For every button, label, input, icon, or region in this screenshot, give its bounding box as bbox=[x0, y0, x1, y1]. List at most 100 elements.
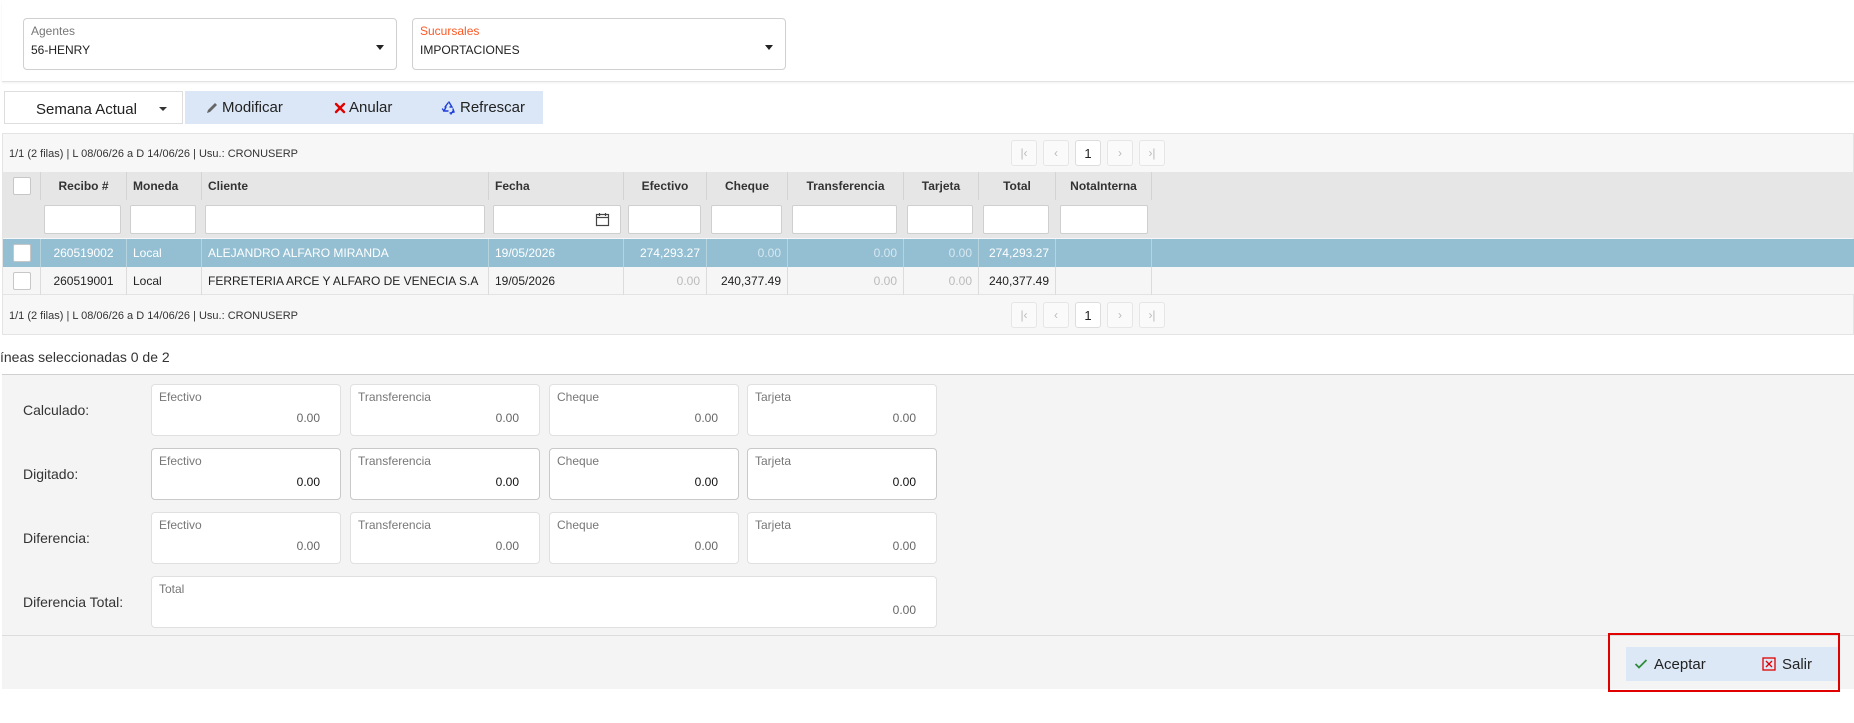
prev-page-icon[interactable]: ‹ bbox=[1043, 140, 1069, 166]
diferencia-total-field: Total 0.00 bbox=[151, 576, 937, 628]
col-moneda[interactable]: Moneda bbox=[127, 172, 202, 200]
x-icon bbox=[334, 102, 346, 113]
cell-recibo: 260519001 bbox=[41, 267, 127, 295]
cell-transferencia: 0.00 bbox=[788, 239, 904, 267]
divider bbox=[2, 635, 1854, 636]
diferencia-total-label: Diferencia Total: bbox=[23, 594, 124, 610]
col-fecha[interactable]: Fecha bbox=[489, 172, 624, 200]
calendar-icon[interactable] bbox=[595, 212, 610, 227]
calculado-transferencia-field: Transferencia 0.00 bbox=[350, 384, 540, 436]
week-select[interactable]: Semana Actual bbox=[4, 91, 183, 124]
field-label: Transferencia bbox=[358, 518, 431, 532]
week-select-value: Semana Actual bbox=[36, 101, 137, 118]
first-page-icon[interactable]: |‹ bbox=[1011, 302, 1037, 328]
filter-fecha-input[interactable] bbox=[493, 205, 621, 234]
filter-cliente-input[interactable] bbox=[205, 205, 485, 234]
calculado-label: Calculado: bbox=[23, 402, 90, 418]
recycle-icon bbox=[441, 100, 455, 115]
table-row[interactable]: 260519002 Local ALEJANDRO ALFARO MIRANDA… bbox=[3, 239, 1854, 267]
field-label: Efectivo bbox=[159, 518, 202, 532]
row-select[interactable] bbox=[3, 239, 41, 267]
filter-recibo-input[interactable] bbox=[44, 205, 121, 234]
filter-total-input[interactable] bbox=[983, 205, 1049, 234]
pager-bottom: |‹ ‹ 1 › ›| bbox=[1011, 302, 1165, 328]
col-recibo[interactable]: Recibo # bbox=[41, 172, 127, 200]
modificar-button[interactable]: Modificar bbox=[205, 91, 283, 124]
page-number[interactable]: 1 bbox=[1075, 140, 1101, 166]
calculado-efectivo-field: Efectivo 0.00 bbox=[151, 384, 341, 436]
refrescar-button[interactable]: Refrescar bbox=[441, 91, 525, 124]
digitado-cheque-input[interactable]: Cheque 0.00 bbox=[549, 448, 739, 500]
next-page-icon[interactable]: › bbox=[1107, 302, 1133, 328]
field-value: 0.00 bbox=[495, 539, 519, 553]
row-select[interactable] bbox=[3, 267, 41, 295]
filter-panel: Agentes 56-HENRY Sucursales IMPORTACIONE… bbox=[2, 2, 1854, 82]
header-select-all[interactable] bbox=[3, 172, 41, 200]
last-page-icon[interactable]: ›| bbox=[1139, 140, 1165, 166]
cell-cliente: ALEJANDRO ALFARO MIRANDA bbox=[202, 239, 489, 267]
field-label: Tarjeta bbox=[755, 518, 792, 532]
diferencia-label: Diferencia: bbox=[23, 530, 90, 546]
calculado-cheque-field: Cheque 0.00 bbox=[549, 384, 739, 436]
page-number[interactable]: 1 bbox=[1075, 302, 1101, 328]
cell-fecha: 19/05/2026 bbox=[489, 267, 624, 295]
cell-tarjeta: 0.00 bbox=[904, 267, 979, 295]
cell-total: 240,377.49 bbox=[979, 267, 1056, 295]
field-value: 0.00 bbox=[495, 411, 519, 425]
last-page-icon[interactable]: ›| bbox=[1139, 302, 1165, 328]
sucursales-value: IMPORTACIONES bbox=[420, 43, 520, 57]
highlight-box bbox=[1608, 633, 1840, 692]
filter-efectivo-input[interactable] bbox=[628, 205, 701, 234]
pager-top: |‹ ‹ 1 › ›| bbox=[1011, 140, 1165, 166]
row-checkbox[interactable] bbox=[12, 272, 31, 290]
pager-info-top: 1/1 (2 filas) | L 08/06/26 a D 14/06/26 … bbox=[9, 148, 298, 160]
filter-moneda-input[interactable] bbox=[130, 205, 196, 234]
field-value: 0.00 bbox=[694, 539, 718, 553]
cell-tarjeta: 0.00 bbox=[904, 239, 979, 267]
field-label: Efectivo bbox=[159, 454, 202, 468]
cell-efectivo: 0.00 bbox=[624, 267, 707, 295]
digitado-efectivo-input[interactable]: Efectivo 0.00 bbox=[151, 448, 341, 500]
anular-button[interactable]: Anular bbox=[334, 91, 392, 124]
col-transferencia[interactable]: Transferencia bbox=[788, 172, 904, 200]
col-cheque[interactable]: Cheque bbox=[707, 172, 788, 200]
digitado-tarjeta-input[interactable]: Tarjeta 0.00 bbox=[747, 448, 937, 500]
filter-transferencia-input[interactable] bbox=[792, 205, 897, 234]
cell-efectivo: 274,293.27 bbox=[624, 239, 707, 267]
filter-notainterna-input[interactable] bbox=[1060, 205, 1148, 234]
field-value: 0.00 bbox=[694, 411, 718, 425]
field-label: Cheque bbox=[557, 454, 600, 468]
cell-total: 274,293.27 bbox=[979, 239, 1056, 267]
sucursales-dropdown[interactable]: Sucursales IMPORTACIONES bbox=[412, 18, 786, 70]
col-efectivo[interactable]: Efectivo bbox=[624, 172, 707, 200]
cell-cheque: 240,377.49 bbox=[707, 267, 788, 295]
row-checkbox[interactable] bbox=[12, 244, 31, 262]
field-value: 0.00 bbox=[892, 475, 916, 489]
cell-notainterna bbox=[1056, 267, 1152, 295]
field-label: Transferencia bbox=[358, 454, 431, 468]
digitado-transferencia-input[interactable]: Transferencia 0.00 bbox=[350, 448, 540, 500]
field-label: Tarjeta bbox=[755, 390, 792, 404]
field-label: Efectivo bbox=[159, 390, 202, 404]
field-label: Total bbox=[159, 582, 185, 596]
filter-tarjeta-input[interactable] bbox=[907, 205, 973, 234]
col-cliente[interactable]: Cliente bbox=[202, 172, 489, 200]
col-tarjeta[interactable]: Tarjeta bbox=[904, 172, 979, 200]
next-page-icon[interactable]: › bbox=[1107, 140, 1133, 166]
field-value: 0.00 bbox=[296, 411, 320, 425]
col-notainterna[interactable]: NotaInterna bbox=[1056, 172, 1152, 200]
sucursales-label: Sucursales bbox=[420, 24, 480, 38]
select-all-checkbox[interactable] bbox=[12, 177, 31, 195]
digitado-label: Digitado: bbox=[23, 466, 79, 482]
first-page-icon[interactable]: |‹ bbox=[1011, 140, 1037, 166]
cell-recibo: 260519002 bbox=[41, 239, 127, 267]
table-row[interactable]: 260519001 Local FERRETERIA ARCE Y ALFARO… bbox=[3, 267, 1854, 295]
modificar-label: Modificar bbox=[222, 99, 283, 116]
filter-cheque-input[interactable] bbox=[711, 205, 782, 234]
col-total[interactable]: Total bbox=[979, 172, 1056, 200]
diferencia-tarjeta-field: Tarjeta 0.00 bbox=[747, 512, 937, 564]
prev-page-icon[interactable]: ‹ bbox=[1043, 302, 1069, 328]
selection-count: íneas seleccionadas 0 de 2 bbox=[0, 349, 170, 365]
field-value: 0.00 bbox=[892, 411, 916, 425]
agentes-dropdown[interactable]: Agentes 56-HENRY bbox=[23, 18, 397, 70]
